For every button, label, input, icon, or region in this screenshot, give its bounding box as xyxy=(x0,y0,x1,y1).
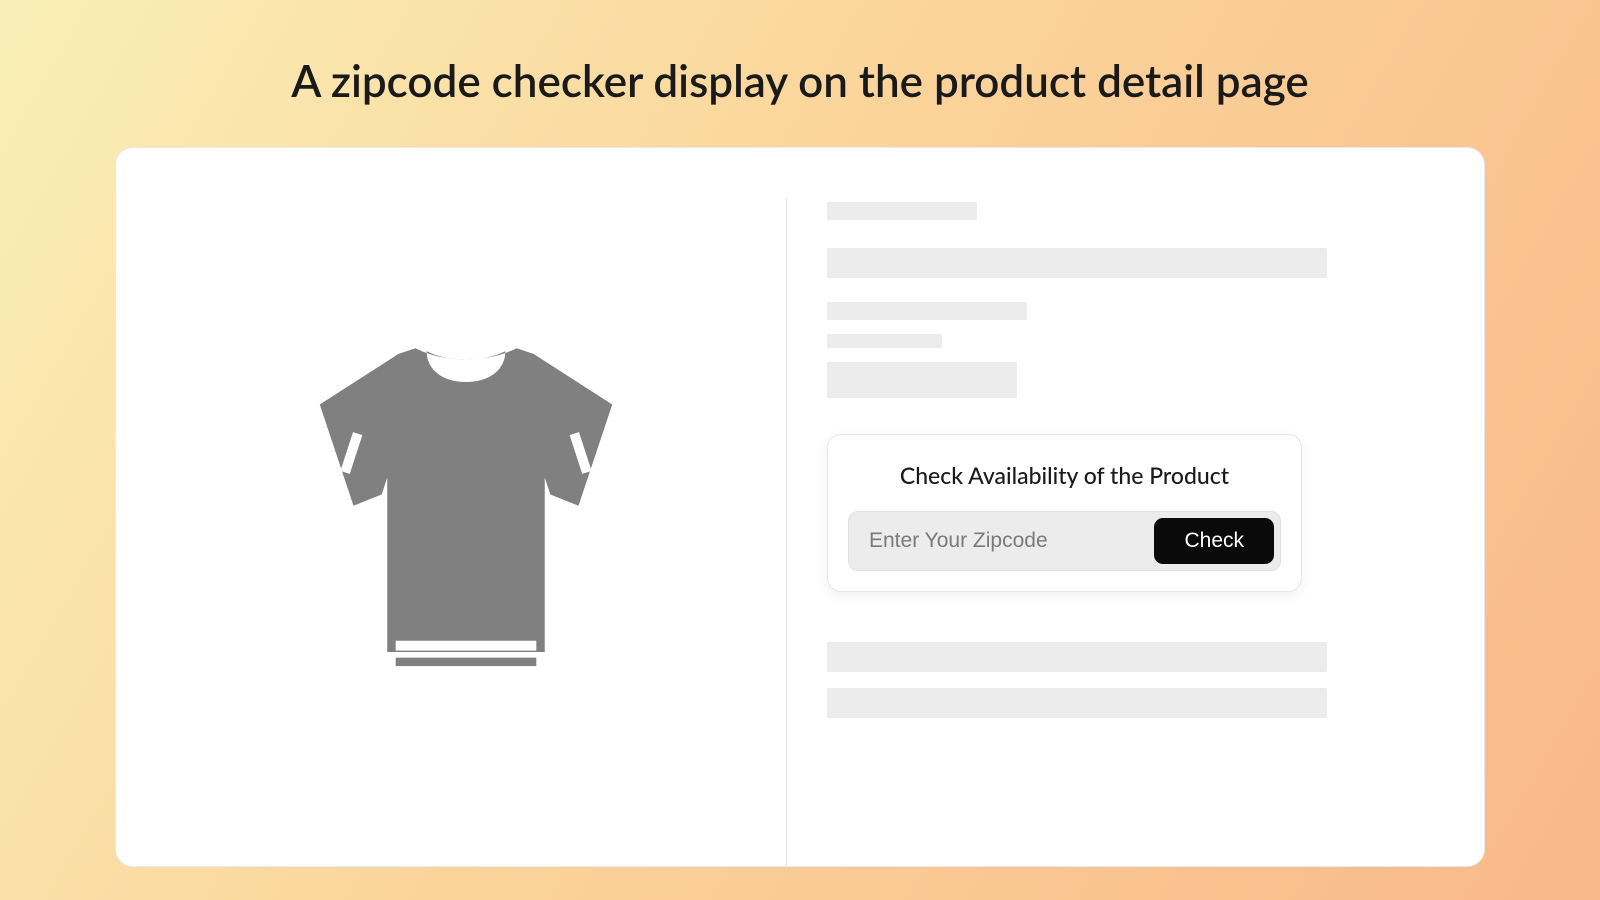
skeleton-line xyxy=(827,642,1327,672)
skeleton-line xyxy=(827,202,977,220)
skeleton-line xyxy=(827,302,1027,320)
product-image-column xyxy=(166,198,766,866)
skeleton-line xyxy=(827,334,942,348)
zipcode-input[interactable] xyxy=(855,518,1154,564)
column-divider xyxy=(786,198,787,866)
check-button[interactable]: Check xyxy=(1154,518,1274,564)
zipcode-checker-heading: Check Availability of the Product xyxy=(848,461,1281,489)
skeleton-line xyxy=(827,688,1327,718)
tshirt-icon xyxy=(286,337,646,697)
zipcode-checker-widget: Check Availability of the Product Check xyxy=(827,434,1302,592)
product-detail-card: Check Availability of the Product Check xyxy=(115,147,1485,867)
product-info-column: Check Availability of the Product Check xyxy=(827,198,1434,866)
skeleton-line xyxy=(827,248,1327,278)
zipcode-input-row: Check xyxy=(848,511,1281,571)
page-title: A zipcode checker display on the product… xyxy=(0,0,1600,147)
skeleton-block xyxy=(827,362,1017,398)
